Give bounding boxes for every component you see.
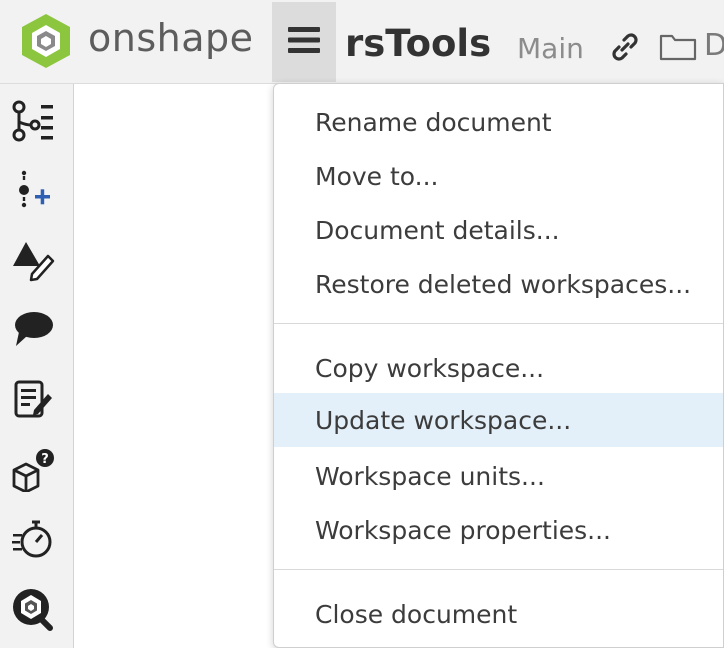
menu-item-rename-document[interactable]: Rename document (274, 95, 723, 149)
menu-item-workspace-properties[interactable]: Workspace properties... (274, 503, 723, 557)
menu-divider (274, 323, 723, 324)
left-toolbar: ? (0, 84, 74, 648)
brand-wordmark[interactable]: onshape (88, 16, 254, 60)
svg-text:?: ? (41, 452, 49, 467)
folder-icon[interactable] (659, 31, 697, 61)
workspace-branch-label[interactable]: Main (517, 32, 584, 65)
onshape-search-icon[interactable] (10, 586, 56, 632)
menu-item-close-document[interactable]: Close document (274, 587, 723, 641)
hamburger-menu-icon (287, 25, 321, 59)
performance-timer-icon[interactable] (10, 516, 56, 562)
menu-divider (274, 569, 723, 570)
menu-item-copy-workspace[interactable]: Copy workspace... (274, 341, 723, 395)
document-title[interactable]: rsTools (345, 22, 491, 65)
menu-item-document-details[interactable]: Document details... (274, 203, 723, 257)
comment-icon[interactable] (10, 306, 56, 352)
onshape-logo-icon[interactable] (20, 12, 72, 70)
menu-item-move-to[interactable]: Move to... (274, 149, 723, 203)
menu-item-restore-deleted-workspaces[interactable]: Restore deleted workspaces... (274, 257, 723, 311)
document-menu-dropdown: Rename document Move to... Document deta… (273, 83, 724, 648)
top-header: onshape rsTools Main D (0, 0, 724, 84)
truncated-header-text: D (704, 28, 724, 63)
link-icon[interactable] (608, 30, 642, 64)
menu-item-workspace-units[interactable]: Workspace units... (274, 449, 723, 503)
part-help-icon[interactable]: ? (10, 446, 56, 494)
render-edit-icon[interactable] (10, 236, 56, 282)
insert-version-icon[interactable] (10, 166, 56, 212)
version-graph-icon[interactable] (10, 98, 56, 144)
document-menu-button[interactable] (272, 2, 336, 82)
menu-item-update-workspace[interactable]: Update workspace... (274, 393, 723, 447)
notes-edit-icon[interactable] (10, 376, 56, 422)
